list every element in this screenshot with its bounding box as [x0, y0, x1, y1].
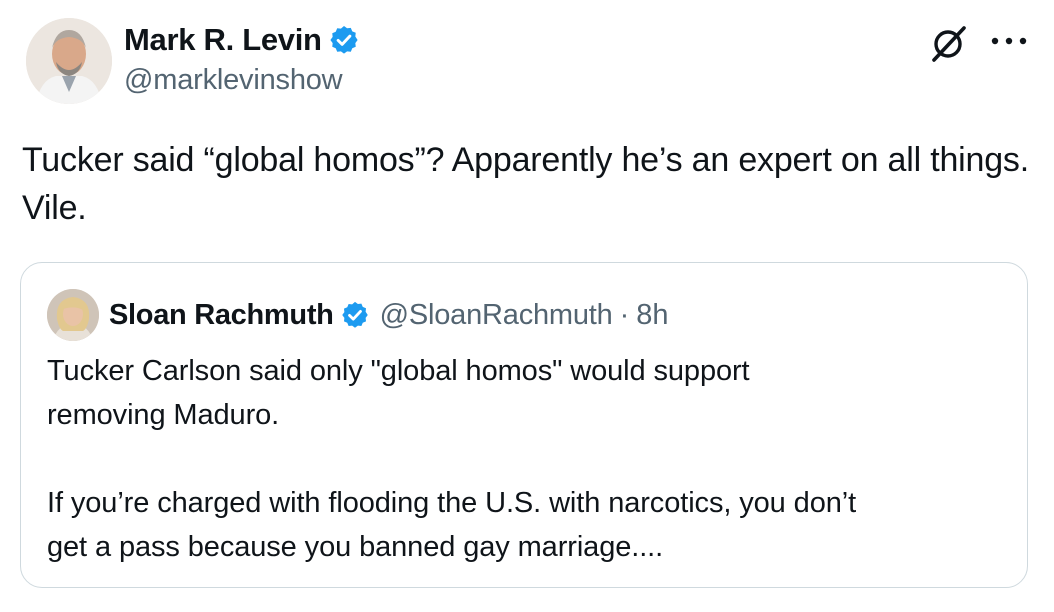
- author-handle[interactable]: @marklevinshow: [124, 64, 343, 97]
- quoted-tweet-text: Tucker Carlson said only "global homos" …: [47, 355, 857, 563]
- separator-dot: ·: [619, 298, 630, 331]
- quoted-verified-badge-icon[interactable]: [340, 300, 370, 330]
- tweet-text: Tucker said “global homos”? Apparently h…: [22, 141, 1029, 227]
- author-photo: [26, 18, 112, 104]
- quoted-tweet[interactable]: Sloan Rachmuth @SloanRachmuth · 8h Tucke…: [20, 262, 1028, 588]
- author-name-row: Mark R. Levin: [124, 20, 360, 60]
- quoted-author-avatar[interactable]: [47, 289, 99, 341]
- quoted-author-name[interactable]: Sloan Rachmuth: [109, 299, 334, 332]
- quoted-author-handle[interactable]: @SloanRachmuth: [380, 299, 613, 332]
- verified-badge-icon[interactable]: [328, 24, 360, 56]
- author-name[interactable]: Mark R. Levin: [124, 22, 322, 58]
- quoted-header: Sloan Rachmuth @SloanRachmuth · 8h: [109, 295, 669, 335]
- more-icon[interactable]: [988, 26, 1030, 56]
- author-avatar[interactable]: [26, 18, 112, 104]
- tweet[interactable]: Mark R. Levin @marklevinshow Tucker said…: [0, 0, 1054, 612]
- grok-icon[interactable]: [928, 24, 968, 64]
- quoted-timestamp[interactable]: 8h: [636, 299, 668, 332]
- quoted-author-photo: [47, 289, 99, 341]
